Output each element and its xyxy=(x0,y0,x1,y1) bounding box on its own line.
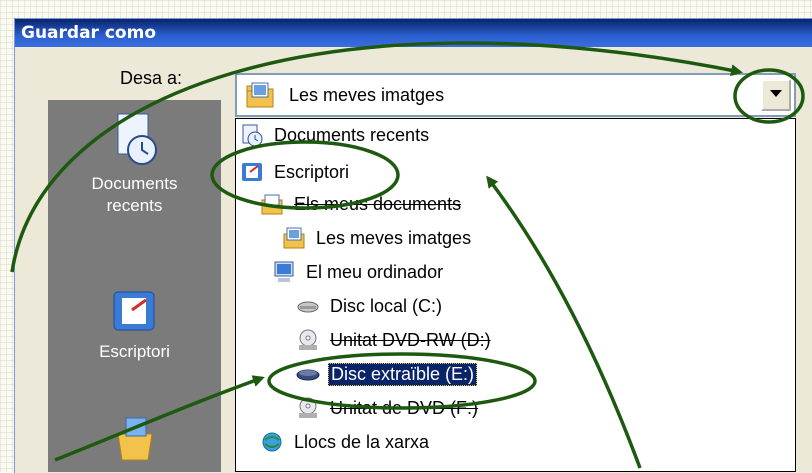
list-item-my-pictures[interactable]: Les meves imatges xyxy=(282,223,473,253)
list-item-network-places[interactable]: Llocs de la xarxa xyxy=(260,427,431,457)
item-label: Documents recents xyxy=(274,124,430,145)
place-label: recents xyxy=(106,196,163,215)
place-desktop[interactable]: Escriptori xyxy=(48,286,221,363)
dialog-title: Guardar como xyxy=(21,23,157,43)
place-recent-documents[interactable]: Documents recents xyxy=(48,112,221,217)
computer-icon xyxy=(274,261,294,282)
item-label: Unitat de DVD (F:) xyxy=(330,397,479,418)
desktop-icon xyxy=(242,163,262,181)
dvd-drive-icon xyxy=(299,329,317,350)
folder-dropdown-list[interactable]: Documents recents Escriptori Els meus do… xyxy=(235,118,796,472)
folder-icon xyxy=(116,417,153,461)
item-label: Escriptori xyxy=(274,161,350,182)
folder-icon xyxy=(261,194,283,215)
save-in-label: Desa a: xyxy=(120,68,183,88)
pictures-folder-icon xyxy=(283,227,305,249)
pictures-folder-icon xyxy=(245,81,275,114)
item-label: Llocs de la xarxa xyxy=(294,431,430,452)
network-places-icon xyxy=(262,432,282,452)
list-item-desktop[interactable]: Escriptori xyxy=(240,157,351,187)
combo-value: Les meves imatges xyxy=(289,85,445,105)
place-label: Documents xyxy=(91,174,178,193)
list-item-my-documents[interactable]: Els meus documents xyxy=(260,189,463,219)
item-label: Les meves imatges xyxy=(316,227,472,248)
list-item-dvd-f[interactable]: Unitat de DVD (F:) xyxy=(296,393,480,423)
places-bar: Documents recents Escriptori xyxy=(48,100,221,472)
list-item-removable-disk-e[interactable]: Disc extraïble (E:) xyxy=(296,359,478,389)
dvd-drive-icon xyxy=(299,397,317,418)
item-label: Disc extraïble (E:) xyxy=(328,362,478,386)
hard-drive-icon xyxy=(297,301,319,313)
title-bar[interactable]: Guardar como xyxy=(15,19,812,47)
place-label: Escriptori xyxy=(99,342,170,361)
item-label: El meu ordinador xyxy=(306,261,444,282)
recent-documents-icon xyxy=(117,113,157,165)
list-item-local-disk-c[interactable]: Disc local (C:) xyxy=(296,291,444,321)
place-my-documents[interactable] xyxy=(48,412,221,467)
dropdown-button[interactable] xyxy=(761,79,791,111)
removable-disk-icon xyxy=(296,369,320,381)
chevron-down-icon xyxy=(770,90,782,97)
list-item-dvd-rw-d[interactable]: Unitat DVD-RW (D:) xyxy=(296,325,493,355)
item-label: Disc local (C:) xyxy=(330,295,443,316)
list-item-recent-documents[interactable]: Documents recents xyxy=(240,120,431,150)
item-label: Unitat DVD-RW (D:) xyxy=(330,329,491,350)
item-label: Els meus documents xyxy=(294,193,462,214)
list-item-my-computer[interactable]: El meu ordinador xyxy=(272,257,445,287)
recent-documents-icon xyxy=(242,124,263,147)
save-in-combobox[interactable]: Les meves imatges xyxy=(235,73,796,117)
desktop-icon xyxy=(113,291,154,331)
